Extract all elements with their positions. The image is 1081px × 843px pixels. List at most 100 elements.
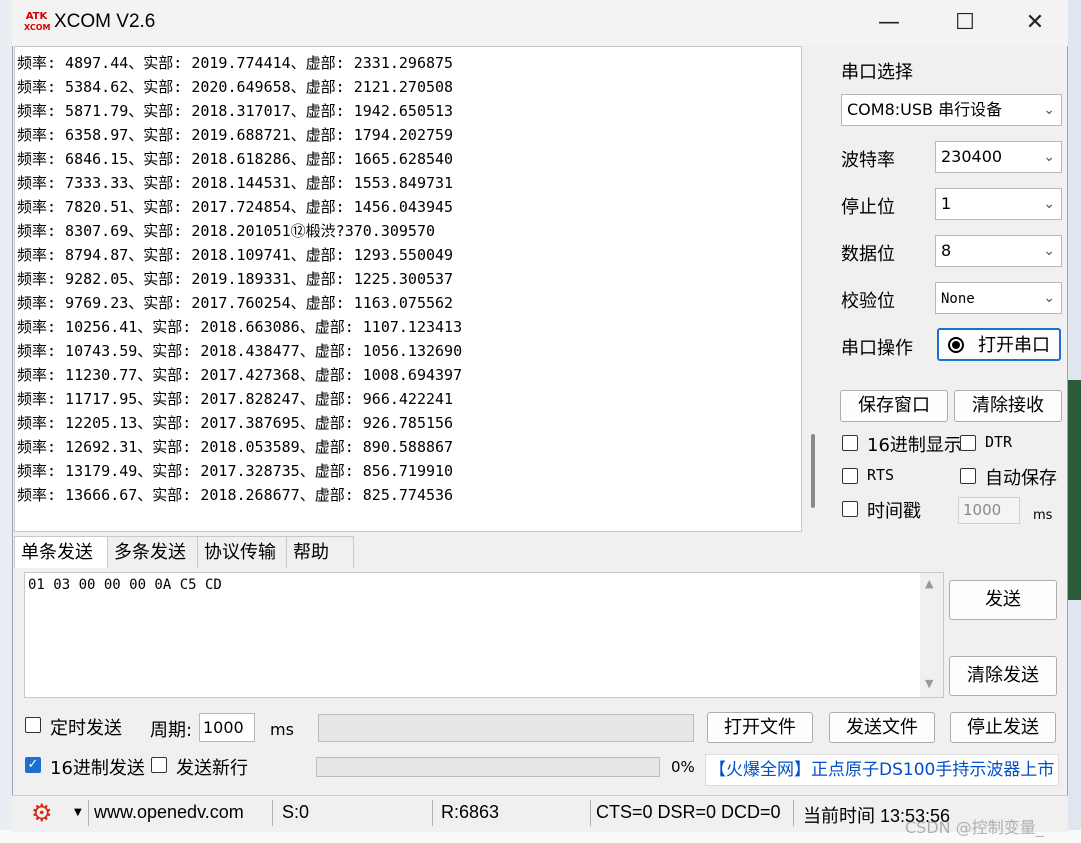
timestamp-label: 时间戳 [867,501,921,522]
status-separator [590,800,591,826]
receive-line: 频率: 13666.67、实部: 2018.268677、虚部: 825.774… [17,486,454,504]
sent-count: S:0 [282,802,310,822]
send-scrollbar[interactable]: ▲ ▼ [920,573,943,697]
open-port-button[interactable]: 打开串口 [937,328,1061,361]
rts-checkbox[interactable] [842,468,858,484]
clear-receive-button[interactable]: 清除接收 [954,390,1062,422]
send-button[interactable]: 发送 [949,580,1057,620]
receive-line: 频率: 12692.31、实部: 2018.053589、虚部: 890.588… [17,438,454,456]
status-separator [88,800,89,826]
line-status: CTS=0 DSR=0 DCD=0 [596,802,781,822]
chevron-down-icon: ⌄ [1043,290,1055,306]
receive-line: 频率: 11230.77、实部: 2017.427368、虚部: 1008.69… [17,366,463,384]
maximize-button[interactable]: ☐ [942,4,988,42]
app-logo: ATK XCOM [24,11,51,32]
open-file-button[interactable]: 打开文件 [707,712,813,743]
parity-select[interactable]: None ⌄ [935,282,1062,314]
scroll-up-icon[interactable]: ▲ [925,577,933,590]
chevron-down-icon: ⌄ [1043,149,1055,165]
stopbits-label: 停止位 [841,197,895,218]
receive-line: 频率: 9282.05、实部: 2019.189331、虚部: 1225.300… [17,270,454,288]
dtr-label: DTR [985,433,1013,451]
chevron-down-icon: ⌄ [1043,243,1055,259]
timed-send-checkbox[interactable] [25,717,41,733]
receive-line: 频率: 4897.44、实部: 2019.774414、虚部: 2331.296… [17,54,454,72]
open-port-label: 打开串口 [978,335,1050,356]
dropdown-arrow-icon[interactable]: ▼ [74,807,82,818]
receive-line: 频率: 8794.87、实部: 2018.109741、虚部: 1293.550… [17,246,454,264]
hex-send-label: 16进制发送 [50,758,145,779]
stop-send-button[interactable]: 停止发送 [950,712,1056,743]
period-input[interactable]: 1000 [199,713,255,742]
gear-icon[interactable]: ⚙ [31,801,53,825]
receive-line: 频率: 9769.23、实部: 2017.760254、虚部: 1163.075… [17,294,454,312]
clear-send-button[interactable]: 清除发送 [949,656,1057,696]
period-label: 周期: [150,720,193,741]
hex-send-checkbox[interactable]: ✓ [25,757,41,773]
receive-scrollbar-thumb[interactable] [811,434,815,508]
file-progress-bar [316,757,660,777]
receive-line: 频率: 5871.79、实部: 2018.317017、虚部: 1942.650… [17,102,454,120]
databits-select[interactable]: 8 ⌄ [935,235,1062,267]
receive-line: 频率: 8307.69、实部: 2018.201051⑫椴渋?370.30957… [17,222,436,240]
baud-value: 230400 [941,147,1003,166]
status-separator [793,800,794,826]
databits-value: 8 [941,241,952,260]
auto-save-label: 自动保存 [985,468,1057,489]
rts-label: RTS [867,466,895,484]
port-select-value: COM8:USB 串行设备 [847,100,1003,119]
hex-display-checkbox[interactable] [842,435,858,451]
send-newline-checkbox[interactable] [151,757,167,773]
stopbits-select[interactable]: 1 ⌄ [935,188,1062,220]
timestamp-interval-input[interactable]: 1000 [958,497,1020,524]
receive-line: 频率: 7333.33、实部: 2018.144531、虚部: 1553.849… [17,174,454,192]
chevron-down-icon: ⌄ [1043,196,1055,212]
receive-line: 频率: 11717.95、实部: 2017.828247、虚部: 966.422… [17,390,454,408]
receive-line: 频率: 6358.97、实部: 2019.688721、虚部: 1794.202… [17,126,454,144]
send-file-button[interactable]: 发送文件 [829,712,935,743]
hex-display-label: 16进制显示 [867,435,962,456]
record-icon [948,337,964,353]
tab-help[interactable]: 帮助 [286,536,354,568]
progress-percent: 0% [671,758,695,776]
databits-label: 数据位 [841,244,895,265]
close-button[interactable]: ✕ [1012,4,1058,42]
receive-line: 频率: 6846.15、实部: 2018.618286、虚部: 1665.628… [17,150,454,168]
port-select[interactable]: COM8:USB 串行设备 ⌄ [841,94,1062,126]
chevron-down-icon: ⌄ [1043,102,1055,118]
send-text: 01 03 00 00 00 0A C5 CD [28,577,222,593]
stopbits-value: 1 [941,194,952,213]
receive-scrollbar[interactable] [802,46,828,532]
receive-line: 频率: 10256.41、实部: 2018.663086、虚部: 1107.12… [17,318,463,336]
tab-multi-send[interactable]: 多条发送 [107,536,199,568]
received-count: R:6863 [441,802,500,822]
background-app-strip [1068,380,1081,600]
baud-select[interactable]: 230400 ⌄ [935,141,1062,173]
receive-line: 频率: 5384.62、实部: 2020.649658、虚部: 2121.270… [17,78,454,96]
period-unit: ms [270,720,294,739]
timestamp-checkbox[interactable] [842,501,858,517]
scroll-down-icon[interactable]: ▼ [925,677,933,690]
parity-label: 校验位 [841,291,895,312]
receive-line: 频率: 10743.59、实部: 2018.438477、虚部: 1056.13… [17,342,463,360]
timestamp-unit: ms [1033,508,1053,523]
ad-link[interactable]: 【火爆全网】正点原子DS100手持示波器上市 [705,754,1059,786]
receive-line: 频率: 7820.51、实部: 2017.724854、虚部: 1456.043… [17,198,454,216]
tab-single-send[interactable]: 单条发送 [14,536,114,568]
port-select-label: 串口选择 [841,62,913,83]
website-link[interactable]: www.openedv.com [94,802,244,823]
status-separator [432,800,433,826]
dtr-checkbox[interactable] [960,435,976,451]
receive-line: 频率: 13179.49、实部: 2017.328735、虚部: 856.719… [17,462,454,480]
send-newline-label: 发送新行 [176,758,248,779]
minimize-button[interactable]: — [866,4,912,42]
save-window-button[interactable]: 保存窗口 [840,390,948,422]
timed-send-label: 定时发送 [50,718,122,739]
receive-area[interactable]: 频率: 4897.44、实部: 2019.774414、虚部: 2331.296… [14,46,802,532]
status-separator [272,800,273,826]
tab-protocol[interactable]: 协议传输 [197,536,289,568]
window-title: XCOM V2.6 [54,11,156,32]
auto-save-checkbox[interactable] [960,468,976,484]
receive-line: 频率: 12205.13、实部: 2017.387695、虚部: 926.785… [17,414,454,432]
parity-value: None [941,291,975,307]
